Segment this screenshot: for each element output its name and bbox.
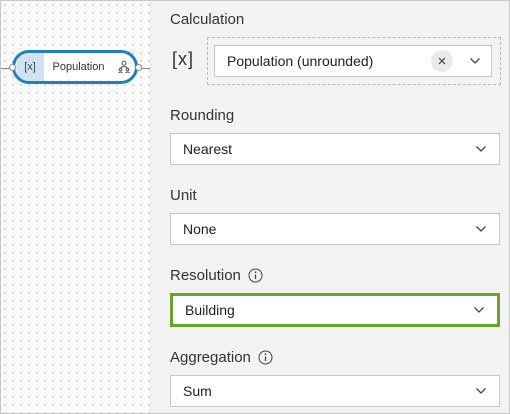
rounding-value: Nearest [183, 141, 233, 157]
node-label: Population [52, 61, 105, 73]
variable-icon: [x] [172, 49, 195, 69]
rounding-label: Rounding [170, 107, 234, 124]
chevron-down-icon [463, 225, 499, 233]
unit-value: None [183, 221, 217, 237]
rounding-label-text: Rounding [170, 107, 235, 124]
info-icon[interactable] [248, 268, 263, 283]
chevron-down-icon [463, 145, 499, 153]
unit-select[interactable]: None [170, 213, 500, 245]
calculation-label: Calculation [170, 11, 244, 28]
rounding-select[interactable]: Nearest [170, 133, 500, 165]
chevron-down-icon [461, 306, 497, 314]
settings-panel: Calculation [x] Population (unrounded) R… [151, 1, 509, 413]
output-port[interactable] [135, 64, 142, 71]
info-icon[interactable] [258, 350, 273, 365]
chevron-down-icon[interactable] [459, 57, 491, 65]
chevron-down-icon [463, 387, 499, 395]
calculation-select[interactable]: Population (unrounded) [214, 45, 492, 77]
calculation-label-text: Calculation [170, 11, 245, 28]
model-canvas[interactable]: [x] Population [1, 1, 151, 413]
app-frame: [x] Population Calculation [x] Populatio… [0, 0, 510, 414]
resolution-label-text: Resolution [170, 267, 241, 284]
aggregation-value: Sum [183, 383, 212, 399]
unit-label: Unit [170, 187, 197, 204]
aggregation-label: Aggregation [170, 349, 273, 366]
aggregation-select[interactable]: Sum [170, 375, 500, 407]
unit-label-text: Unit [170, 187, 197, 204]
resolution-select[interactable]: Building [170, 293, 500, 327]
aggregation-label-text: Aggregation [170, 349, 251, 366]
resolution-label: Resolution [170, 267, 263, 284]
calculation-value: Population (unrounded) [227, 53, 374, 69]
resolution-value: Building [185, 302, 235, 318]
population-node[interactable]: [x] Population [12, 50, 138, 84]
variable-badge: [x] [16, 53, 44, 81]
clear-icon[interactable] [431, 50, 453, 72]
population-icon [113, 60, 135, 74]
input-port[interactable] [9, 64, 16, 71]
